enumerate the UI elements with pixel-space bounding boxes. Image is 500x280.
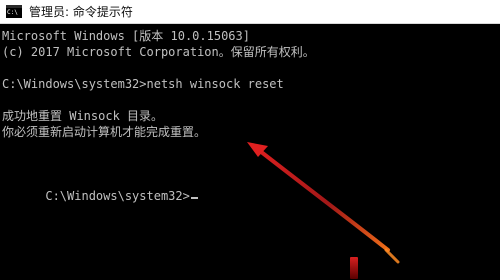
console-line-prompt[interactable]: C:\Windows\system32>: [2, 172, 198, 220]
console-line-command: C:\Windows\system32>netsh winsock reset: [2, 77, 284, 91]
console-output[interactable]: Microsoft Windows [版本 10.0.15063] (c) 20…: [0, 24, 500, 280]
prompt-text: C:\Windows\system32>: [45, 189, 190, 203]
console-line-version: Microsoft Windows [版本 10.0.15063]: [2, 29, 250, 43]
text-cursor: [190, 197, 198, 199]
console-icon: C:\: [6, 5, 22, 18]
console-line-success: 成功地重置 Winsock 目录。: [2, 109, 164, 123]
window-title: 管理员: 命令提示符: [29, 5, 133, 19]
red-indicator-bar: [350, 257, 358, 279]
console-line-restart-notice: 你必须重新启动计算机才能完成重置。: [2, 125, 207, 139]
console-line-copyright: (c) 2017 Microsoft Corporation。保留所有权利。: [2, 45, 315, 59]
window-titlebar[interactable]: C:\ 管理员: 命令提示符: [0, 0, 500, 24]
command-prompt-window: C:\ 管理员: 命令提示符 Microsoft Windows [版本 10.…: [0, 0, 500, 280]
